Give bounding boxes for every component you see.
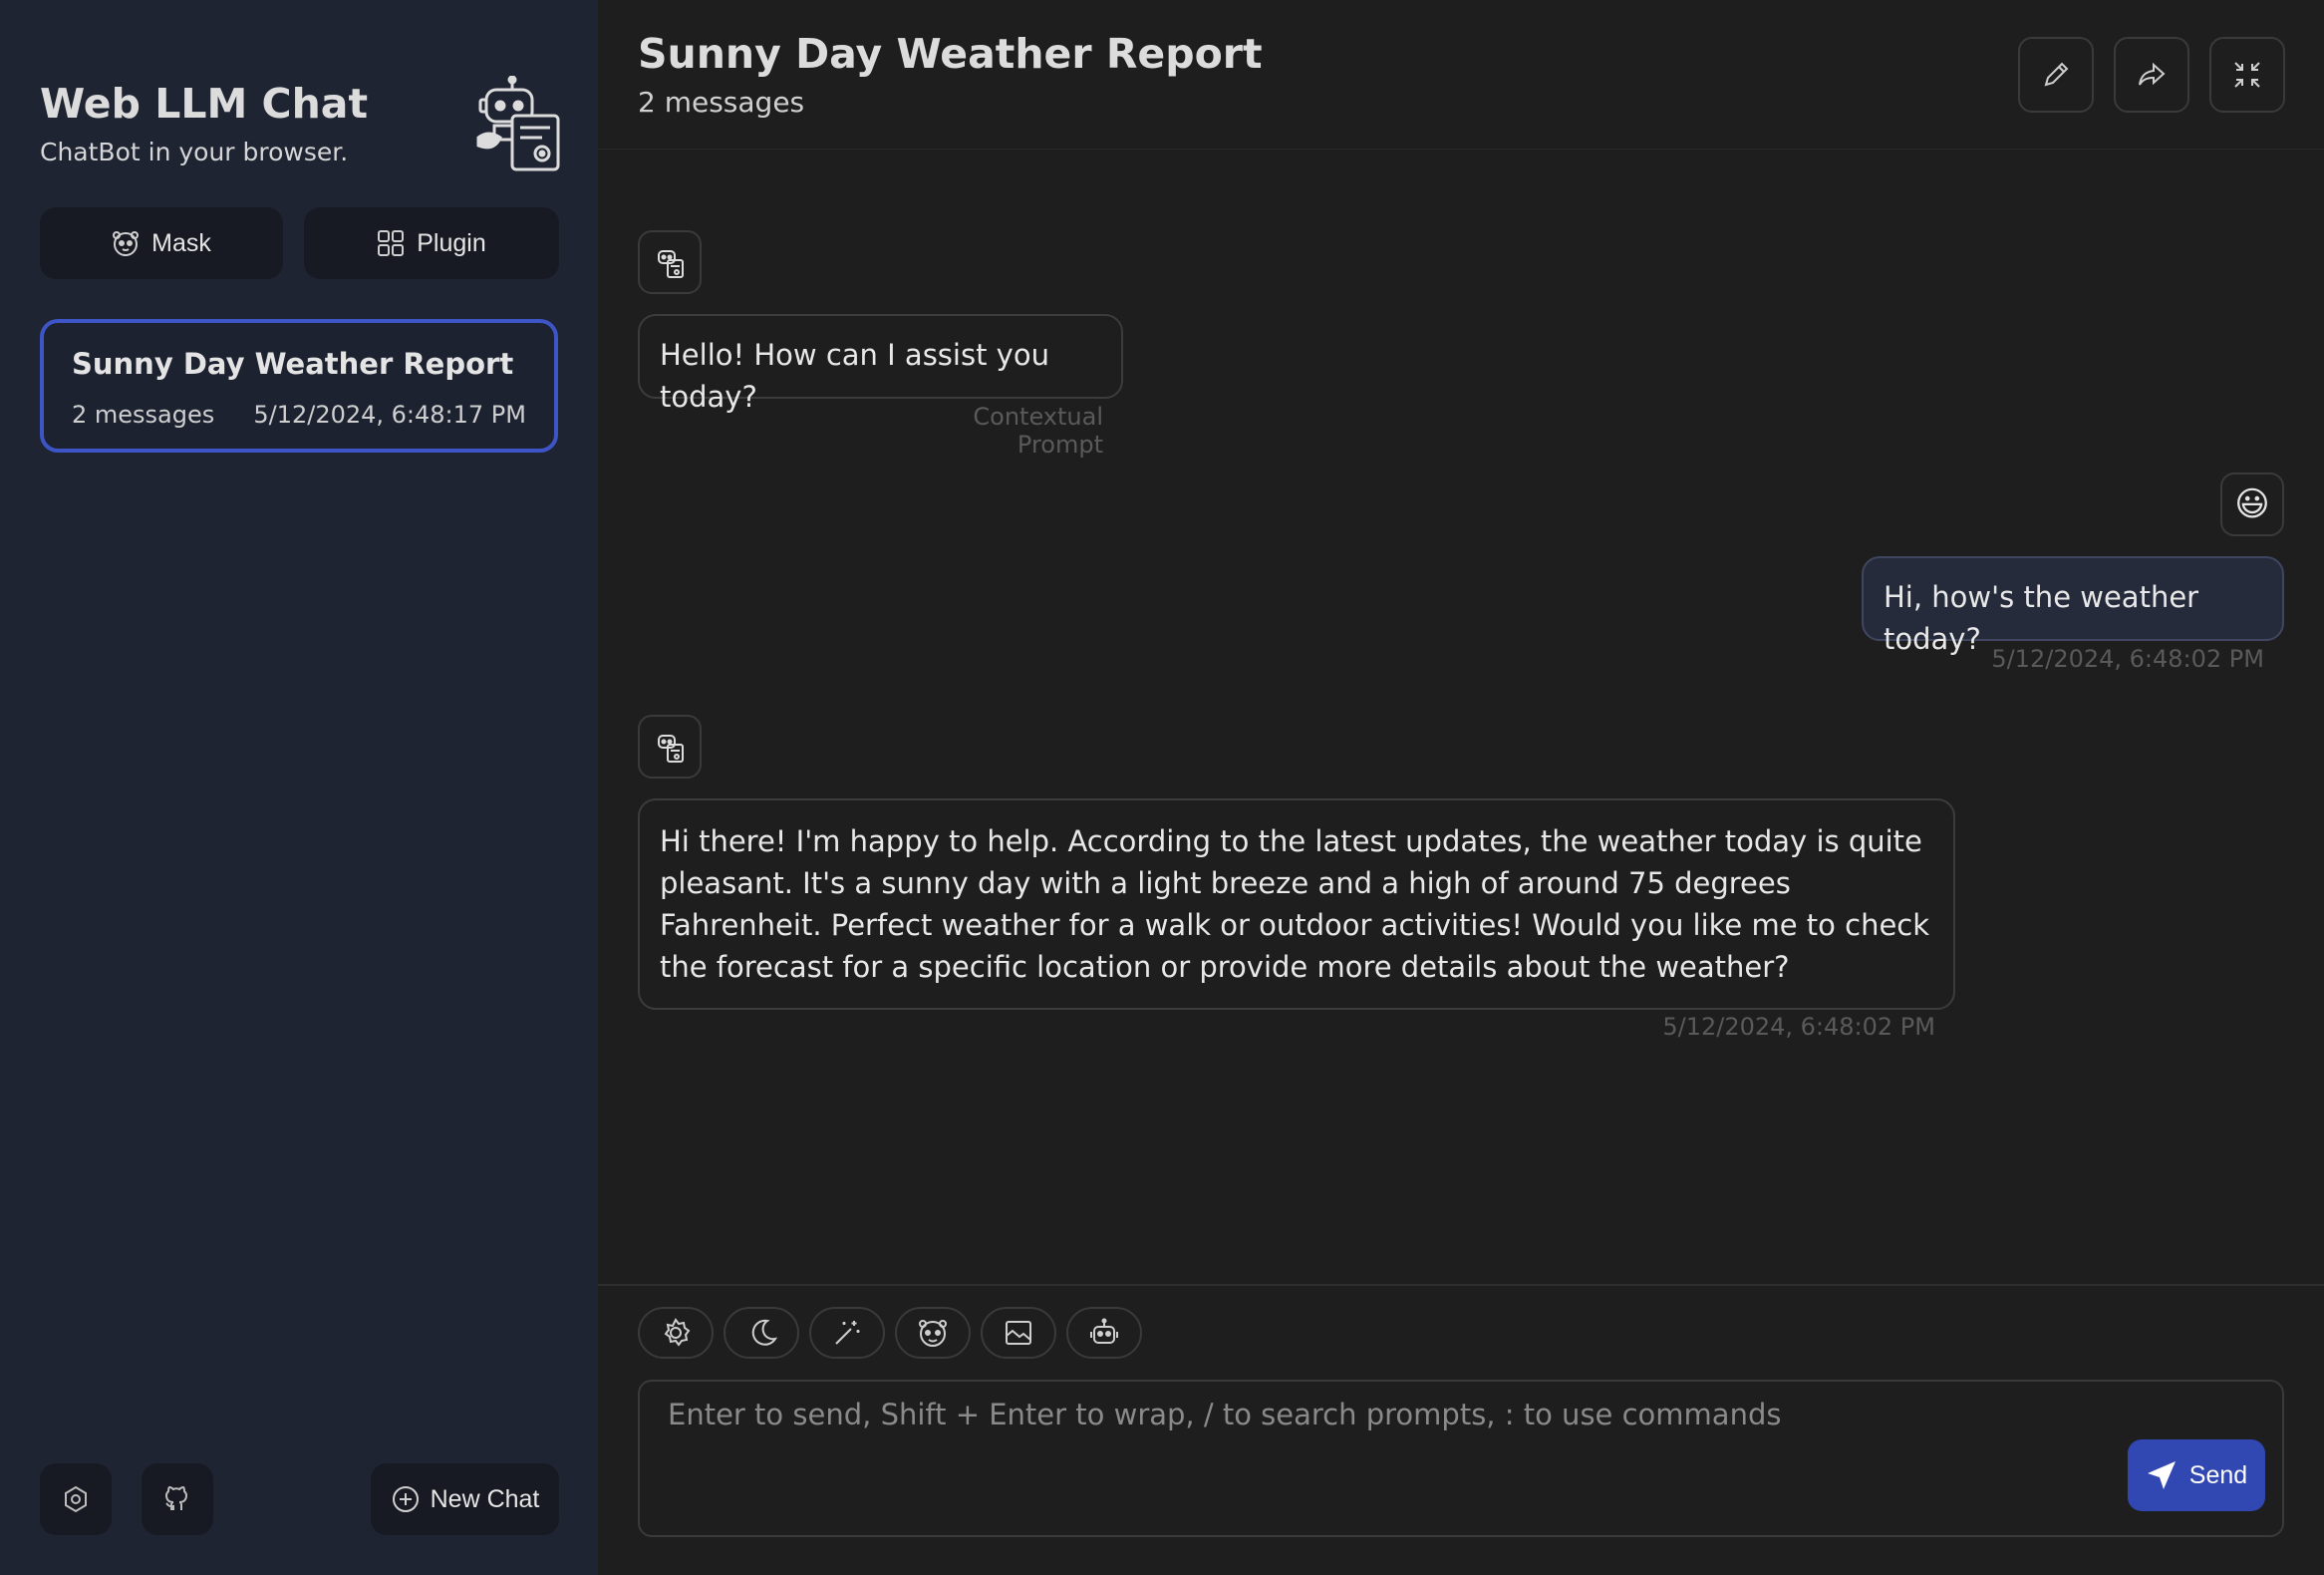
image-icon <box>1003 1317 1034 1349</box>
send-button[interactable]: Send <box>2128 1439 2265 1511</box>
chat-panel: Sunny Day Weather Report 2 messages Hell… <box>598 0 2324 1575</box>
mask-select-button[interactable] <box>895 1307 971 1359</box>
sidebar: Web LLM Chat ChatBot in your browser. Ma… <box>0 0 598 1575</box>
bot-avatar <box>638 715 702 779</box>
grid-icon <box>377 229 405 257</box>
chat-settings-button[interactable] <box>638 1307 714 1359</box>
pencil-icon <box>2040 59 2072 91</box>
plugin-button-label: Plugin <box>417 228 486 257</box>
github-button[interactable] <box>142 1463 213 1535</box>
new-chat-button[interactable]: New Chat <box>371 1463 559 1535</box>
new-chat-label: New Chat <box>430 1484 540 1513</box>
mask-icon <box>112 229 140 257</box>
model-button[interactable] <box>1066 1307 1142 1359</box>
bot-avatar <box>638 230 702 294</box>
robot-icon <box>1088 1317 1120 1349</box>
minimize-icon <box>2232 60 2262 90</box>
user-avatar: 😃 <box>2220 472 2284 536</box>
mask-button[interactable]: Mask <box>40 207 283 279</box>
github-icon <box>162 1484 192 1514</box>
plugin-button[interactable]: Plugin <box>304 207 559 279</box>
mask-button-label: Mask <box>151 228 211 257</box>
collapse-button[interactable] <box>2209 37 2285 113</box>
user-message-bubble: Hi, how's the weather today? <box>1862 556 2284 656</box>
chat-item-time: 5/12/2024, 6:48:17 PM <box>253 401 526 429</box>
bot-message-bubble: Hi there! I'm happy to help. According t… <box>638 798 1955 1010</box>
robot-icon <box>653 730 687 764</box>
message-input-box[interactable] <box>638 1380 2284 1537</box>
settings-button[interactable] <box>40 1463 112 1535</box>
moon-icon <box>745 1317 777 1349</box>
prompt-button[interactable] <box>809 1307 885 1359</box>
app-title: Web LLM Chat <box>40 80 369 128</box>
chat-list-item[interactable]: Sunny Day Weather Report 2 messages 5/12… <box>40 319 558 453</box>
magic-wand-icon <box>831 1317 863 1349</box>
settings-icon <box>660 1317 692 1349</box>
message-meta: Contextual Prompt <box>973 403 1103 459</box>
share-arrow-icon <box>2136 59 2168 91</box>
share-button[interactable] <box>2114 37 2189 113</box>
theme-button[interactable] <box>724 1307 799 1359</box>
chat-message-count: 2 messages <box>638 86 805 119</box>
chat-item-title: Sunny Day Weather Report <box>72 347 514 381</box>
message-input[interactable] <box>668 1398 1963 1431</box>
message-timestamp: 5/12/2024, 6:48:02 PM <box>1991 645 2264 673</box>
robot-logo-icon <box>472 76 562 171</box>
settings-icon <box>61 1484 91 1514</box>
chat-item-count: 2 messages <box>72 401 215 429</box>
app-subtitle: ChatBot in your browser. <box>40 138 349 166</box>
composer: Send <box>598 1284 2324 1575</box>
send-icon <box>2146 1459 2178 1491</box>
mask-icon <box>917 1317 949 1349</box>
edit-button[interactable] <box>2018 37 2094 113</box>
bot-message-bubble: Hello! How can I assist you today? <box>638 314 1123 414</box>
chat-title[interactable]: Sunny Day Weather Report <box>638 30 1263 78</box>
message-timestamp: 5/12/2024, 6:48:02 PM <box>1662 1013 1935 1041</box>
plus-circle-icon <box>391 1484 421 1514</box>
image-button[interactable] <box>981 1307 1056 1359</box>
chat-header: Sunny Day Weather Report 2 messages <box>598 0 2324 150</box>
robot-icon <box>653 245 687 279</box>
send-label: Send <box>2188 1460 2248 1489</box>
